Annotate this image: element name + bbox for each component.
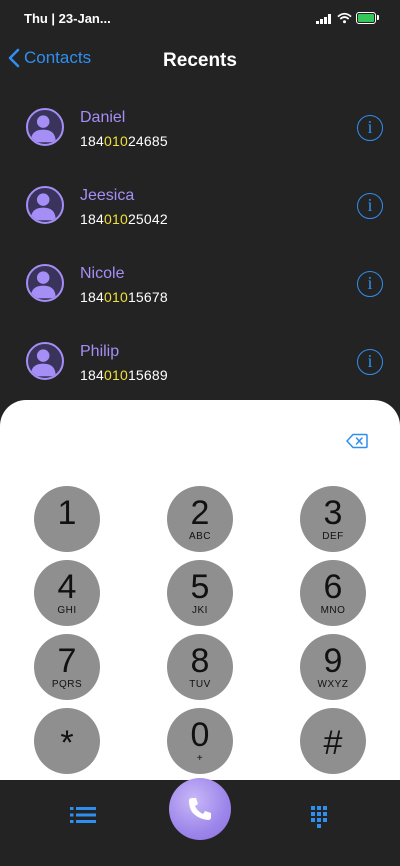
person-icon — [26, 342, 64, 380]
bottom-bar — [0, 778, 400, 866]
status-bar: Thu | 23-Jan... — [0, 0, 400, 36]
contact-name: Daniel — [80, 109, 126, 126]
page-title: Recents — [163, 50, 237, 71]
call-button[interactable] — [169, 778, 231, 840]
info-icon[interactable]: i — [357, 115, 383, 141]
list-icon[interactable] — [70, 806, 96, 824]
key-star[interactable]: * — [34, 708, 100, 774]
nav-bar: Contacts Recents — [0, 40, 400, 80]
info-icon[interactable]: i — [357, 349, 383, 375]
person-icon — [26, 264, 64, 302]
info-icon[interactable]: i — [357, 271, 383, 297]
key-4[interactable]: 4 GHI — [34, 560, 100, 626]
key-6[interactable]: 6 MNO — [300, 560, 366, 626]
backspace-icon[interactable] — [346, 433, 368, 449]
contact-name: Nicole — [80, 265, 125, 282]
contact-name: Philip — [80, 343, 120, 360]
contact-number: 18401015678 — [80, 289, 168, 305]
status-time: Thu | 23-Jan... — [24, 11, 111, 26]
key-1[interactable]: 1 — [34, 486, 100, 552]
key-5[interactable]: 5 JKI — [167, 560, 233, 626]
keypad-grid-icon[interactable] — [311, 806, 327, 828]
battery-tip — [377, 15, 379, 20]
key-hash[interactable]: # — [300, 708, 366, 774]
contact-number: 18401015689 — [80, 367, 168, 383]
recents-list: Daniel 18401024685 i Jeesica 18401025042… — [0, 90, 400, 402]
key-7[interactable]: 7 PQRS — [34, 634, 100, 700]
key-8[interactable]: 8 TUV — [167, 634, 233, 700]
dialpad-sheet: 1 2 ABC 3 DEF 4 GHI 5 JKI 6 MNO 7 PQRS 8 TUV 9W… — [0, 400, 400, 780]
key-2[interactable]: 2 ABC — [167, 486, 233, 552]
contact-number: 18401024685 — [80, 133, 168, 149]
key-9[interactable]: 9 WXYZ — [300, 634, 366, 700]
wifi-icon — [337, 12, 352, 24]
contact-number: 18401025042 — [80, 211, 168, 227]
key-3[interactable]: 3 DEF — [300, 486, 366, 552]
phone-icon — [189, 798, 211, 820]
contact-name: Jeesica — [80, 187, 135, 204]
recent-row[interactable]: Jeesica 18401025042 i — [0, 168, 400, 246]
battery-icon — [356, 12, 376, 24]
signal-icon — [316, 14, 331, 24]
person-icon — [26, 108, 64, 146]
info-icon[interactable]: i — [357, 193, 383, 219]
person-icon — [26, 186, 64, 224]
key-0[interactable]: 0 + — [167, 708, 233, 774]
recent-row[interactable]: Philip 18401015689 i — [0, 324, 400, 402]
recent-row[interactable]: Nicole 18401015678 i — [0, 246, 400, 324]
recent-row[interactable]: Daniel 18401024685 i — [0, 90, 400, 168]
